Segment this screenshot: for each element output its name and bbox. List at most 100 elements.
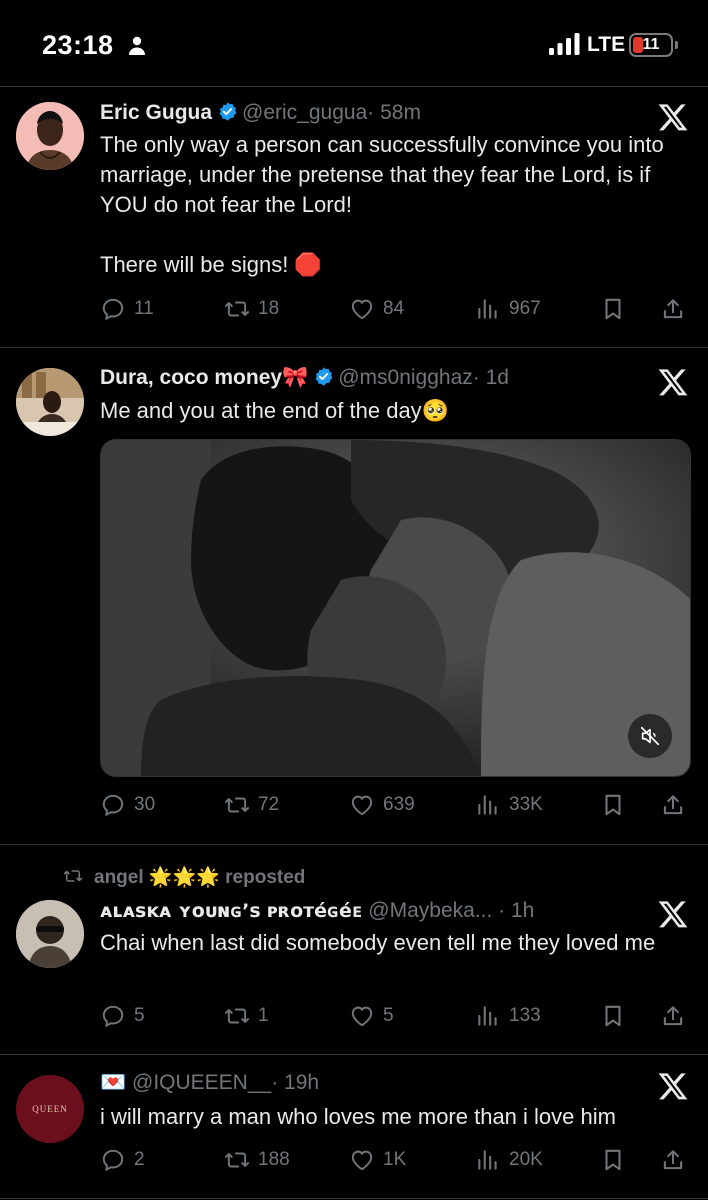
x-logo-icon: [656, 101, 690, 133]
bookmark-icon: [600, 1003, 626, 1029]
reply-button[interactable]: 5: [100, 1002, 145, 1030]
repost-icon: [224, 792, 250, 818]
muted-speaker-icon: [640, 726, 660, 746]
share-icon: [660, 1147, 686, 1173]
author-handle[interactable]: @ms0nigghaz: [338, 366, 473, 389]
like-button[interactable]: 1K: [349, 1146, 406, 1174]
author-name[interactable]: 💌: [100, 1071, 126, 1094]
author-name[interactable]: ᴀʟᴀsᴋᴀ ʏᴏᴜɴɢ’s ᴘʀᴏᴛéɢéᴇ: [100, 900, 362, 922]
avatar[interactable]: [16, 368, 84, 436]
tweet-text: The only way a person can successfully c…: [100, 130, 690, 280]
views-button[interactable]: 133: [475, 1002, 541, 1030]
author-handle[interactable]: @Maybeka...: [368, 899, 498, 922]
views-button[interactable]: 20K: [475, 1146, 543, 1174]
like-count: 1K: [383, 1149, 407, 1170]
tweet-actions: 2 188 1K 20K: [100, 1146, 690, 1174]
share-button[interactable]: [660, 791, 686, 819]
avatar[interactable]: QUEEN: [16, 1075, 84, 1143]
tweet-time: · 58m: [367, 101, 421, 124]
divider: [0, 1198, 708, 1199]
tweet-text: Chai when last did somebody even tell me…: [100, 928, 690, 958]
battery-level: 11: [642, 36, 660, 53]
views-icon: [475, 296, 501, 322]
like-count: 84: [383, 298, 405, 319]
divider: [0, 347, 708, 348]
avatar[interactable]: [16, 900, 84, 968]
repost-button[interactable]: 18: [224, 295, 279, 323]
bookmark-icon: [600, 792, 626, 818]
divider: [0, 1054, 708, 1055]
views-icon: [475, 792, 501, 818]
bookmark-button[interactable]: [600, 1002, 626, 1030]
bookmark-button[interactable]: [600, 295, 626, 323]
tweet-header: ᴀʟᴀsᴋᴀ ʏᴏᴜɴɢ’s ᴘʀᴏᴛéɢéᴇ @Maybeka... · 1h: [100, 899, 534, 923]
reply-icon: [100, 296, 126, 322]
avatar-text: QUEEN: [32, 1104, 68, 1114]
tweet-paragraph: Chai when last did somebody even tell me…: [100, 930, 656, 955]
like-button[interactable]: 639: [349, 791, 415, 819]
reply-button[interactable]: 11: [100, 295, 154, 323]
divider: [0, 86, 708, 87]
x-logo-icon: [656, 366, 690, 398]
views-count: 967: [509, 298, 541, 319]
reposted-by-label: angel 🌟🌟🌟 reposted: [94, 867, 306, 888]
like-button[interactable]: 84: [349, 295, 404, 323]
views-icon: [475, 1003, 501, 1029]
tweet-time: · 19h: [271, 1071, 320, 1094]
tweet-header: Eric Gugua @eric_gugua· 58m: [100, 101, 421, 125]
repost-button[interactable]: 72: [224, 791, 279, 819]
share-icon: [660, 792, 686, 818]
views-count: 20K: [509, 1149, 543, 1170]
bookmark-button[interactable]: [600, 1146, 626, 1174]
author-name[interactable]: Dura, coco money🎀: [100, 366, 308, 389]
tweet-time: · 1h: [498, 899, 535, 922]
tweet-paragraph: There will be signs! 🛑: [100, 252, 322, 277]
bookmark-icon: [600, 296, 626, 322]
tweet-paragraph: i will marry a man who loves me more tha…: [100, 1104, 616, 1129]
repost-count: 1: [258, 1005, 269, 1026]
like-icon: [349, 1147, 375, 1173]
bookmark-icon: [600, 1147, 626, 1173]
x-logo-icon: [656, 1070, 690, 1102]
repost-icon: [224, 296, 250, 322]
repost-banner[interactable]: angel 🌟🌟🌟 reposted: [62, 865, 305, 889]
repost-button[interactable]: 1: [224, 1002, 269, 1030]
divider: [0, 844, 708, 845]
reply-button[interactable]: 30: [100, 791, 155, 819]
share-button[interactable]: [660, 1146, 686, 1174]
share-button[interactable]: [660, 1002, 686, 1030]
tweet-header: 💌 @IQUEEEN__· 19h: [100, 1071, 319, 1095]
verified-icon: [217, 101, 238, 122]
status-time: 23:18: [42, 30, 114, 60]
tweet-paragraph: Me and you at the end of the day🥺: [100, 398, 450, 423]
views-button[interactable]: 33K: [475, 791, 543, 819]
bookmark-button[interactable]: [600, 791, 626, 819]
repost-count: 188: [258, 1149, 290, 1170]
repost-button[interactable]: 188: [224, 1146, 290, 1174]
author-handle[interactable]: @eric_gugua: [242, 101, 367, 124]
author-handle[interactable]: @IQUEEEN__: [132, 1071, 271, 1094]
reply-icon: [100, 1003, 126, 1029]
tweet-video[interactable]: [100, 439, 691, 777]
network-label: LTE: [587, 33, 626, 56]
reply-count: 5: [134, 1005, 145, 1026]
avatar[interactable]: [16, 102, 84, 170]
author-name[interactable]: Eric Gugua: [100, 101, 212, 124]
reply-button[interactable]: 2: [100, 1146, 145, 1174]
like-count: 5: [383, 1005, 394, 1026]
views-button[interactable]: 967: [475, 295, 541, 323]
tweet-actions: 30 72 639 33K: [100, 791, 690, 819]
tweet-actions: 11 18 84 967: [100, 295, 690, 323]
tweet-paragraph: The only way a person can successfully c…: [100, 132, 664, 217]
x-logo-icon: [656, 898, 690, 930]
repost-count: 18: [258, 298, 280, 319]
reply-count: 30: [134, 794, 156, 815]
share-icon: [660, 296, 686, 322]
share-button[interactable]: [660, 295, 686, 323]
like-icon: [349, 296, 375, 322]
like-button[interactable]: 5: [349, 1002, 394, 1030]
like-icon: [349, 1003, 375, 1029]
reply-count: 2: [134, 1149, 145, 1170]
mute-button[interactable]: [628, 714, 672, 758]
tweet-time: · 1d: [472, 366, 509, 389]
